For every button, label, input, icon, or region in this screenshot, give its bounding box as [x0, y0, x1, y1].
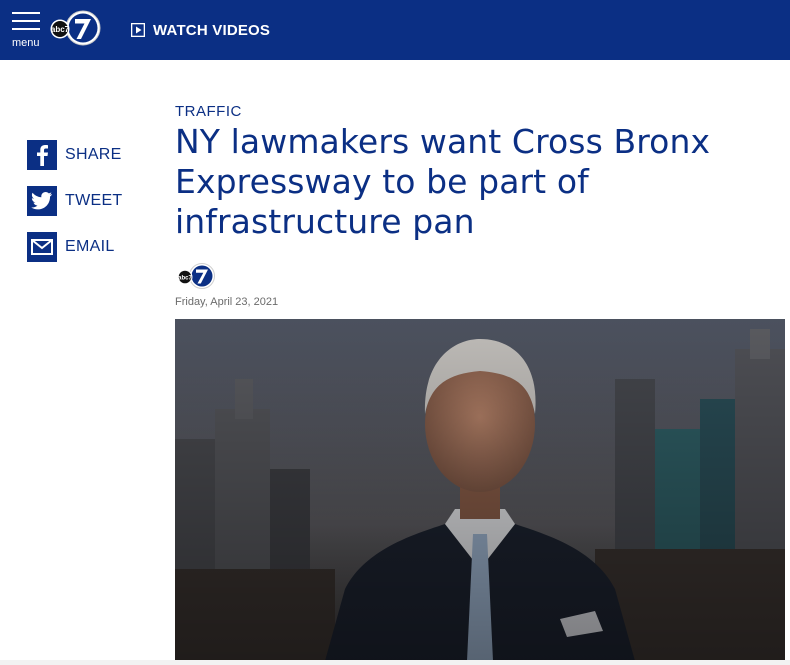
abc7-logo[interactable]: abc7	[49, 8, 103, 48]
byline-abc7-logo: abc7	[177, 263, 215, 289]
facebook-icon	[27, 140, 57, 170]
email-icon	[27, 232, 57, 262]
byline-logo-text: abc7	[178, 275, 192, 281]
top-navigation-bar: menu abc7 WATCH VIDEOS	[0, 0, 790, 60]
share-label: SHARE	[65, 146, 122, 163]
facebook-share-button[interactable]: SHARE	[27, 140, 122, 170]
watch-videos-link[interactable]: WATCH VIDEOS	[131, 18, 270, 42]
email-label: EMAIL	[65, 238, 115, 255]
twitter-icon	[27, 186, 57, 216]
play-icon	[131, 23, 145, 37]
category-link[interactable]: TRAFFIC	[175, 103, 242, 120]
article-date: Friday, April 23, 2021	[175, 296, 279, 308]
hero-video-image[interactable]	[175, 319, 785, 661]
bottom-divider	[0, 660, 790, 665]
twitter-share-button[interactable]: TWEET	[27, 186, 123, 216]
watch-videos-label: WATCH VIDEOS	[153, 21, 271, 39]
article-headline: NY lawmakers want Cross Bronx Expressway…	[175, 122, 711, 241]
hero-image	[175, 319, 785, 661]
menu-label: menu	[12, 37, 40, 49]
menu-icon-line	[12, 28, 40, 30]
logo-text: abc7	[51, 25, 70, 34]
tweet-label: TWEET	[65, 192, 123, 209]
menu-button[interactable]: menu	[10, 8, 44, 52]
email-share-button[interactable]: EMAIL	[27, 232, 115, 262]
menu-icon-line	[12, 20, 40, 22]
menu-icon-line	[12, 12, 40, 14]
